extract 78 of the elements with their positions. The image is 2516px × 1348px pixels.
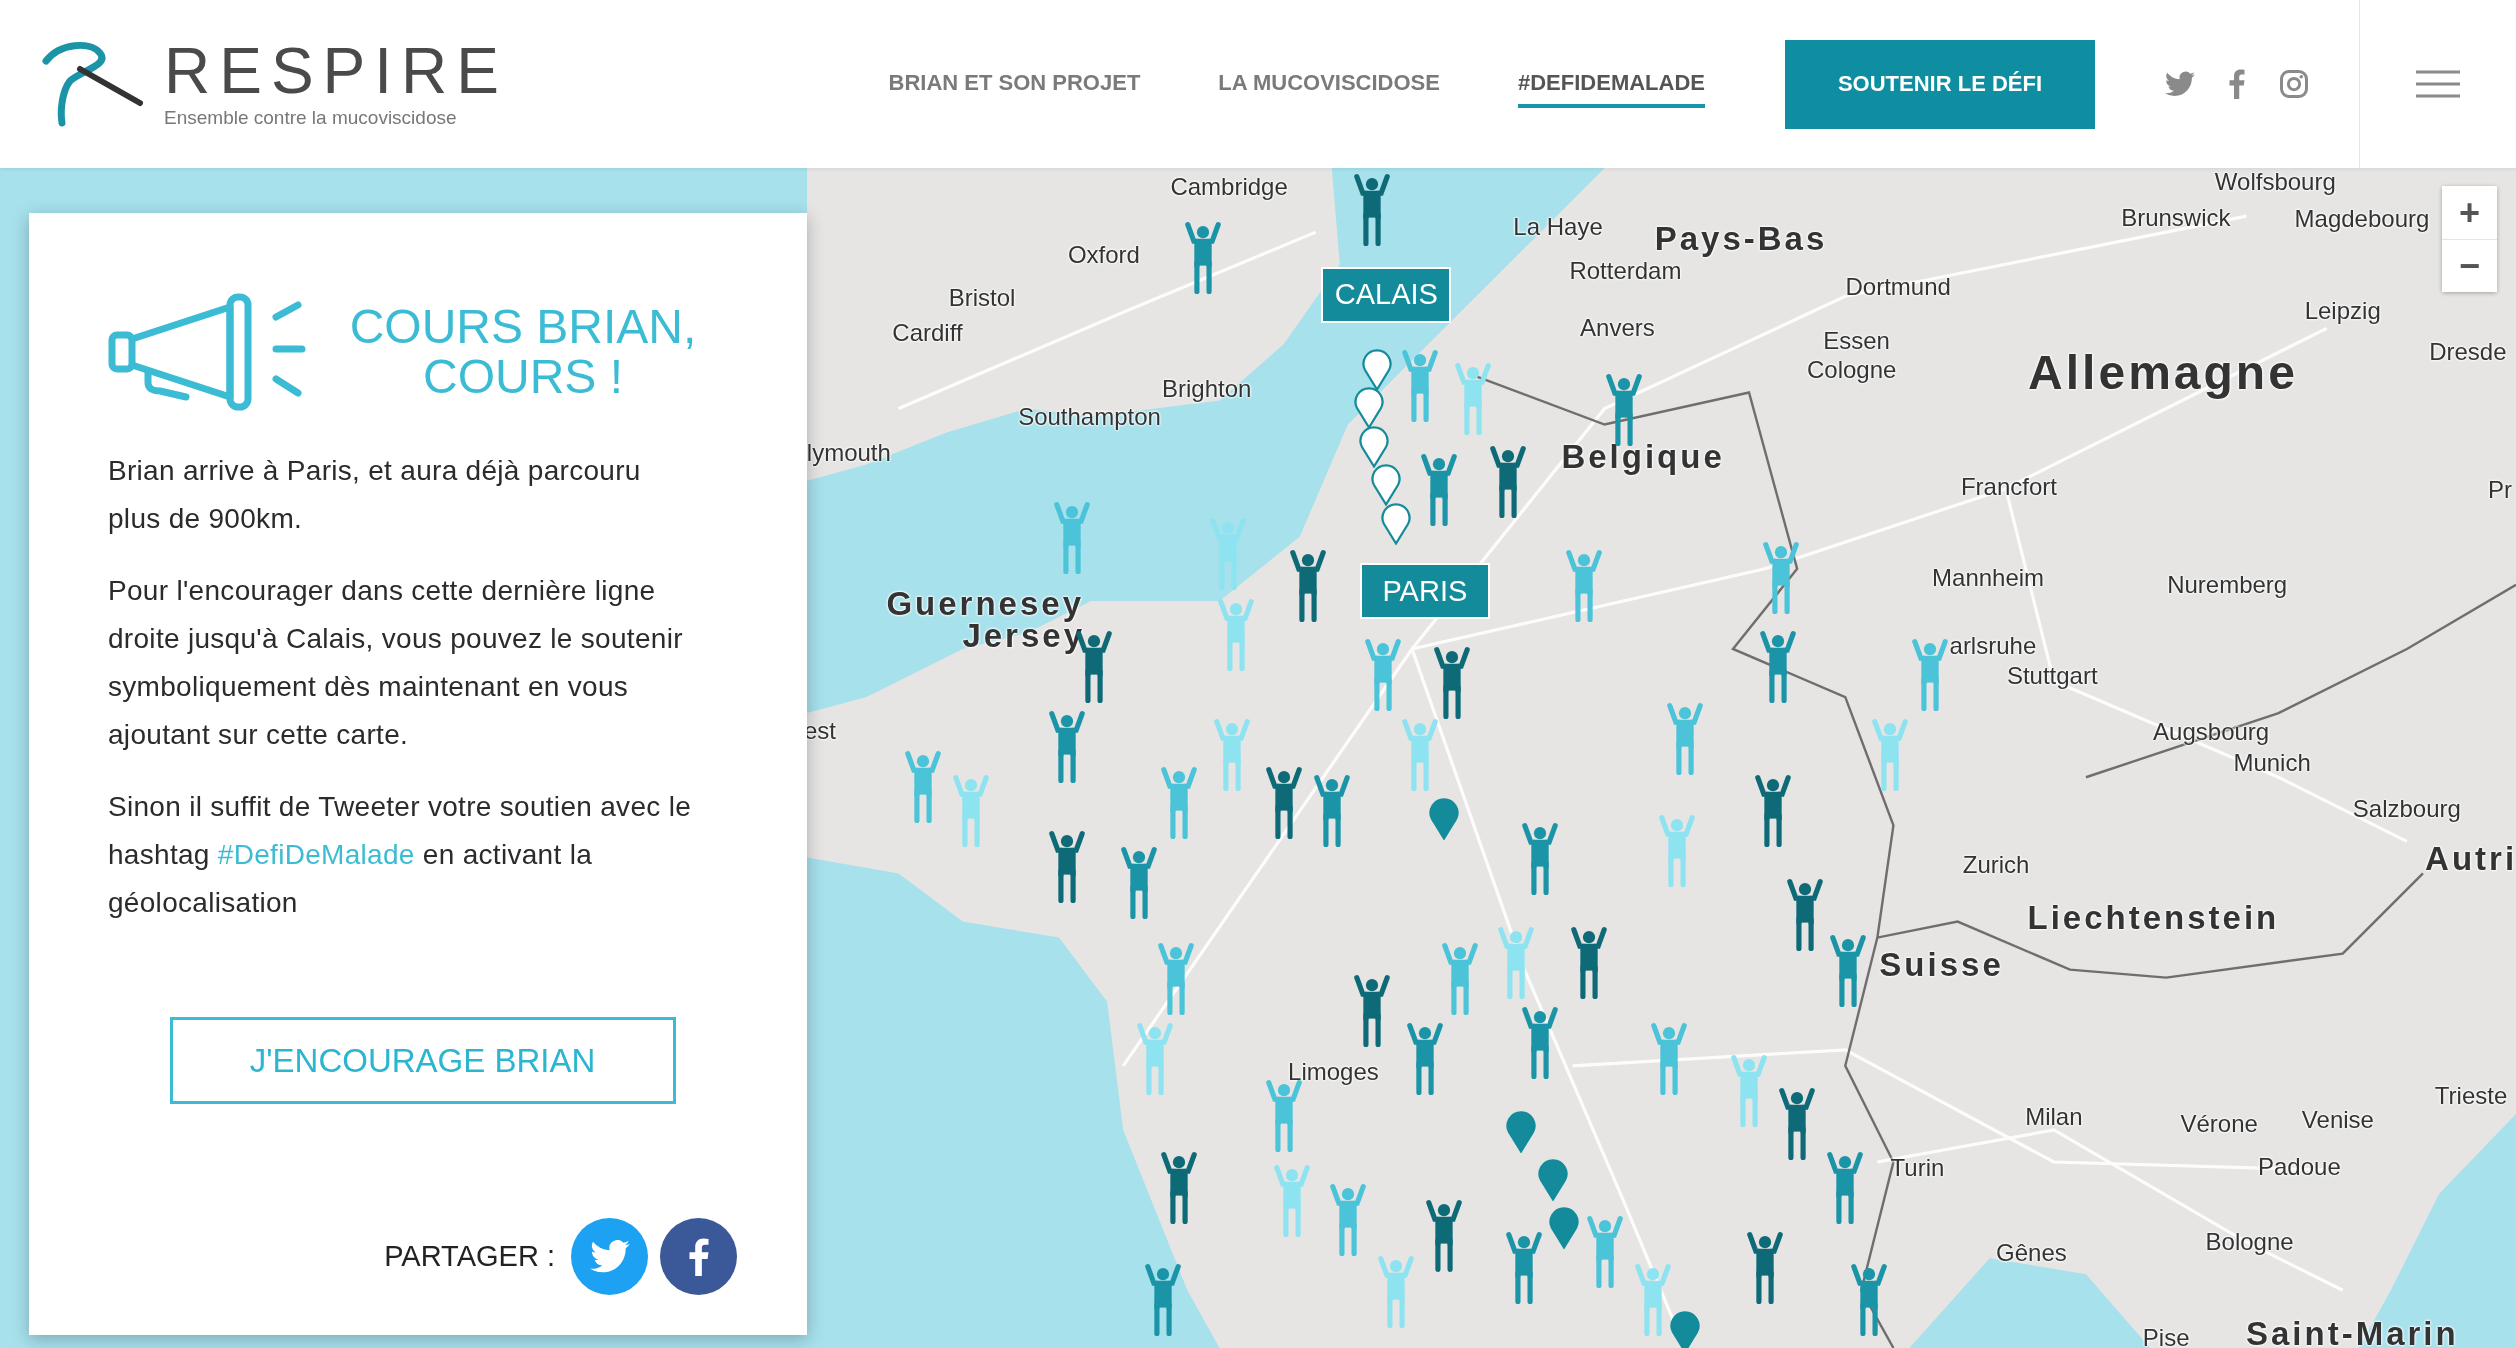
facebook-icon[interactable] [2229, 69, 2245, 99]
instagram-icon[interactable] [2279, 69, 2309, 99]
country-label: Pays-Bas [1654, 219, 1828, 258]
megaphone-icon [108, 293, 308, 411]
city-label: lymouth [806, 439, 891, 468]
map-pin-icon[interactable] [1358, 425, 1389, 468]
city-label: Leipzig [2304, 296, 2381, 325]
logo-name: RESPIRE [164, 39, 508, 103]
city-label: Pr [2487, 476, 2512, 505]
city-label: Nuremberg [2167, 570, 2288, 599]
city-label: Venise [2301, 1106, 2374, 1135]
logo-tagline: Ensemble contre la mucoviscidose [164, 107, 458, 129]
card-title: COURS BRIAN, COURS ! [348, 301, 698, 403]
city-label: Bristol [948, 283, 1016, 312]
country-label: Suisse [1879, 945, 2004, 984]
city-label: Mannheim [1932, 564, 2045, 593]
map-pin-icon[interactable] [1371, 464, 1402, 507]
city-banner: PARIS [1359, 563, 1490, 620]
city-label: Essen [1823, 327, 1890, 356]
city-label: Cambridge [1170, 173, 1288, 202]
city-label: Francfort [1960, 473, 2057, 502]
twitter-icon[interactable] [2165, 71, 2195, 97]
city-label: Gênes [1996, 1239, 2067, 1268]
city-label: Brighton [1161, 375, 1252, 404]
country-label: Belgique [1561, 437, 1725, 476]
map-pin-icon[interactable] [1353, 387, 1384, 430]
map-pin-icon[interactable] [1381, 502, 1411, 545]
city-label: Stuttgart [2006, 662, 2098, 691]
city-label: Pise [2142, 1324, 2190, 1348]
city-label: Oxford [1067, 240, 1140, 269]
city-label: Vérone [2180, 1109, 2258, 1138]
city-label: Limoges [1288, 1058, 1379, 1087]
city-label: Magdebourg [2294, 205, 2430, 234]
city-label: Bologne [2205, 1228, 2294, 1257]
menu-icon [2416, 69, 2460, 99]
share-label: PARTAGER : [384, 1240, 555, 1273]
city-label: Milan [2025, 1103, 2083, 1132]
city-label: Wolfsbourg [2214, 168, 2336, 197]
city-label: Cardiff [892, 319, 963, 348]
city-label: La Haye [1513, 213, 1603, 242]
card-paragraph: Brian arrive à Paris, et aura déjà parcouru plus de 900km. [108, 454, 642, 536]
city-banner: CALAIS [1321, 266, 1452, 323]
city-label: Zurich [1962, 851, 2030, 880]
city-label: Southampton [1018, 402, 1161, 431]
support-button[interactable]: SOUTENIR LE DÉFI [1785, 39, 2095, 129]
city-label: Brunswick [2121, 203, 2231, 232]
city-label: Munich [2233, 748, 2311, 777]
zoom-out-button[interactable]: − [2442, 239, 2497, 292]
city-label: Dortmund [1845, 272, 1951, 301]
country-label: Autri [2425, 840, 2516, 878]
card-paragraph: Sinon il suffit de Tweeter votre soutien avec le hashtag #DefiDeMalade en activant la géolocalisation [108, 790, 693, 920]
country-label: Liechtenstein [2027, 899, 2280, 938]
city-label: Turin [1890, 1154, 1945, 1183]
facebook-icon [688, 1237, 709, 1276]
nav-link[interactable]: #DEFIDEMALADE [1518, 60, 1705, 108]
city-label: Trieste [2434, 1082, 2508, 1111]
city-label: Rotterdam [1569, 256, 1682, 285]
country-label: Saint-Marin [2246, 1314, 2459, 1348]
city-label: Salzbourg [2352, 795, 2461, 824]
hashtag-link[interactable]: #DefiDeMalade [217, 839, 415, 870]
encourage-button[interactable]: J'ENCOURAGE BRIAN [169, 1017, 676, 1104]
zoom-in-button[interactable]: + [2442, 186, 2497, 239]
map-pin-icon[interactable] [1506, 1110, 1537, 1153]
nav-link[interactable]: LA MUCOVISCIDOSE [1218, 60, 1440, 108]
map-pin-icon[interactable] [1549, 1206, 1580, 1249]
city-label: Cologne [1807, 356, 1897, 384]
city-label: Dresde [2429, 338, 2507, 367]
city-label: Anvers [1580, 314, 1655, 343]
map-pin-icon[interactable] [1361, 349, 1392, 391]
twitter-icon [589, 1240, 630, 1273]
country-label: Allemagne [2028, 344, 2298, 400]
city-label: Padoue [2258, 1152, 2341, 1181]
map-pin-icon[interactable] [1538, 1158, 1569, 1201]
map-pin-icon[interactable] [1669, 1310, 1700, 1348]
nav-link[interactable]: BRIAN ET SON PROJET [888, 60, 1141, 108]
map-pin-icon[interactable] [1429, 797, 1460, 840]
city-label: arlsruhe [1949, 631, 2037, 660]
card-paragraph: Pour l'encourager dans cette dernière ligne droite jusqu'à Calais, vous pouvez le soutenir symboliquement dès maintenant en vous ajoutant sur cette carte. [108, 574, 684, 752]
